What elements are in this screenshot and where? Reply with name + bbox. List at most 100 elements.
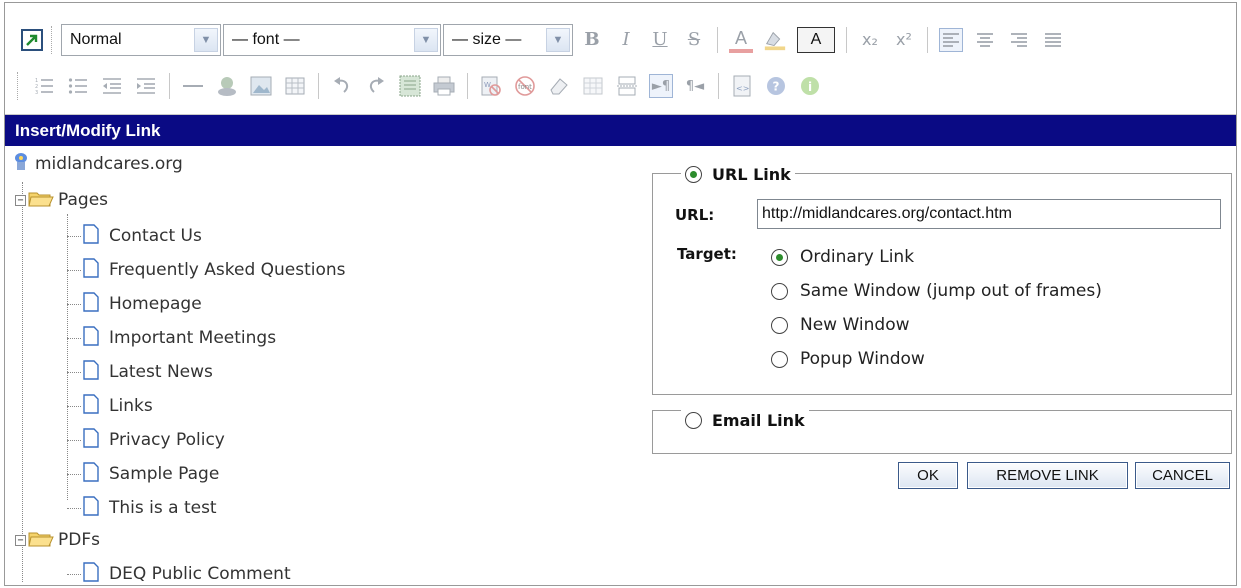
tree-page-label: Important Meetings [109,328,277,348]
tree-branch [67,405,81,407]
insert-table-icon[interactable] [283,74,307,98]
site-root-icon [13,152,29,177]
chevron-down-icon[interactable]: ▼ [546,28,570,52]
target-radio[interactable] [771,248,788,266]
email-link-legend[interactable]: Email Link [681,407,809,433]
font-color-icon[interactable]: A [729,27,753,53]
tree-page-item[interactable]: This is a test [67,494,217,522]
tree-page-item[interactable]: Links [67,392,153,420]
editor-frame: Normal ▼ — font — ▼ — size — ▼ B I U S A… [4,2,1237,586]
create-link-icon[interactable] [215,74,239,98]
tree-root-label: midlandcares.org [35,154,183,174]
tree-branch [67,439,81,441]
tree-page-label: Homepage [109,294,202,314]
target-option-new-window[interactable]: New Window [771,315,910,335]
cancel-button[interactable]: CANCEL [1135,462,1230,489]
remove-link-button[interactable]: REMOVE LINK [967,462,1128,489]
tree-page-item[interactable]: Sample Page [67,460,219,488]
target-radio[interactable] [771,350,788,368]
tree-page-label: Contact Us [109,226,202,246]
strikethrough-icon[interactable]: S [682,28,706,52]
indent-icon[interactable] [134,74,158,98]
tree-page-item[interactable]: Frequently Asked Questions [67,256,346,284]
help-icon[interactable]: ? [764,74,788,98]
target-radio[interactable] [771,316,788,334]
svg-text:font: font [518,83,532,91]
tree-page-item[interactable]: Contact Us [67,222,202,250]
align-right-icon[interactable] [1007,28,1031,52]
url-link-legend[interactable]: URL Link [681,161,795,187]
tree-branch [67,235,81,237]
character-map-icon[interactable]: A [797,27,835,53]
highlight-color-icon[interactable] [763,28,787,52]
tree-page-item[interactable]: DEQ Public Comment [67,560,291,588]
tree-folder-pages[interactable]: − Pages [15,186,108,214]
page-icon [83,359,99,385]
tree-page-item[interactable]: Privacy Policy [67,426,225,454]
insert-image-icon[interactable] [249,74,273,98]
outdent-icon[interactable] [100,74,124,98]
collapse-toggle-icon[interactable]: − [15,194,26,206]
unordered-list-icon[interactable] [66,74,90,98]
tree-folder-pdfs[interactable]: − PDFs [15,526,100,554]
horizontal-rule-icon[interactable] [181,74,205,98]
subscript-icon[interactable]: x₂ [858,28,882,52]
superscript-icon[interactable]: x² [892,28,916,52]
rtl-icon[interactable]: ¶◄ [683,74,707,98]
page-break-icon[interactable] [615,74,639,98]
tree-branch [67,507,81,509]
target-option-label: Same Window (jump out of frames) [800,281,1102,301]
toolbar-separator [927,27,928,53]
tree-page-item[interactable]: Homepage [67,290,202,318]
font-select[interactable]: — font — ▼ [223,24,441,56]
ordered-list-icon[interactable]: 123 [32,74,56,98]
url-link-radio[interactable] [685,165,702,183]
page-icon [83,561,99,587]
paste-from-word-icon[interactable]: W [479,74,503,98]
view-source-icon[interactable]: <> [730,74,754,98]
undo-icon[interactable] [330,74,354,98]
toggle-html-icon[interactable] [20,28,44,52]
target-option-ordinary[interactable]: Ordinary Link [771,247,914,267]
ok-button[interactable]: OK [898,462,958,489]
tree-page-label: Links [109,396,153,416]
target-option-same-window[interactable]: Same Window (jump out of frames) [771,281,1102,301]
tree-root[interactable]: midlandcares.org [13,150,183,178]
dialog-title: Insert/Modify Link [15,120,161,140]
select-all-icon[interactable] [398,74,422,98]
about-icon[interactable]: i [798,74,822,98]
ltr-icon[interactable]: ►¶ [649,74,673,98]
justify-icon[interactable] [1041,28,1065,52]
size-select[interactable]: — size — ▼ [443,24,573,56]
underline-icon[interactable]: U [648,28,672,52]
email-link-radio[interactable] [685,411,702,429]
redo-icon[interactable] [364,74,388,98]
page-icon [83,257,99,283]
print-icon[interactable] [432,74,456,98]
target-option-popup-window[interactable]: Popup Window [771,349,925,369]
tree-page-item[interactable]: Important Meetings [67,324,276,352]
format-select[interactable]: Normal ▼ [61,24,221,56]
url-link-label: URL Link [712,164,791,184]
target-radio[interactable] [771,282,788,300]
tree-folder-label: PDFs [58,530,100,550]
tree-page-item[interactable]: Latest News [67,358,213,386]
collapse-toggle-icon[interactable]: − [15,534,26,546]
align-left-icon[interactable] [939,28,963,52]
align-center-icon[interactable] [973,28,997,52]
page-icon [83,325,99,351]
chevron-down-icon[interactable]: ▼ [414,28,438,52]
toolbar-separator [718,73,719,99]
remove-font-icon[interactable]: font [513,74,537,98]
page-icon [83,223,99,249]
table-grid-icon[interactable] [581,74,605,98]
url-input[interactable]: http://midlandcares.org/contact.htm [757,199,1221,229]
dialog-title-bar: Insert/Modify Link [5,115,1236,146]
target-option-label: Popup Window [800,349,925,369]
chevron-down-icon[interactable]: ▼ [194,28,218,52]
bold-icon[interactable]: B [580,28,604,52]
clear-formatting-icon[interactable] [547,74,571,98]
site-tree: midlandcares.org − Pages Contact Us Freq… [5,146,645,587]
italic-icon[interactable]: I [614,28,638,52]
toolbar-separator [467,73,468,99]
